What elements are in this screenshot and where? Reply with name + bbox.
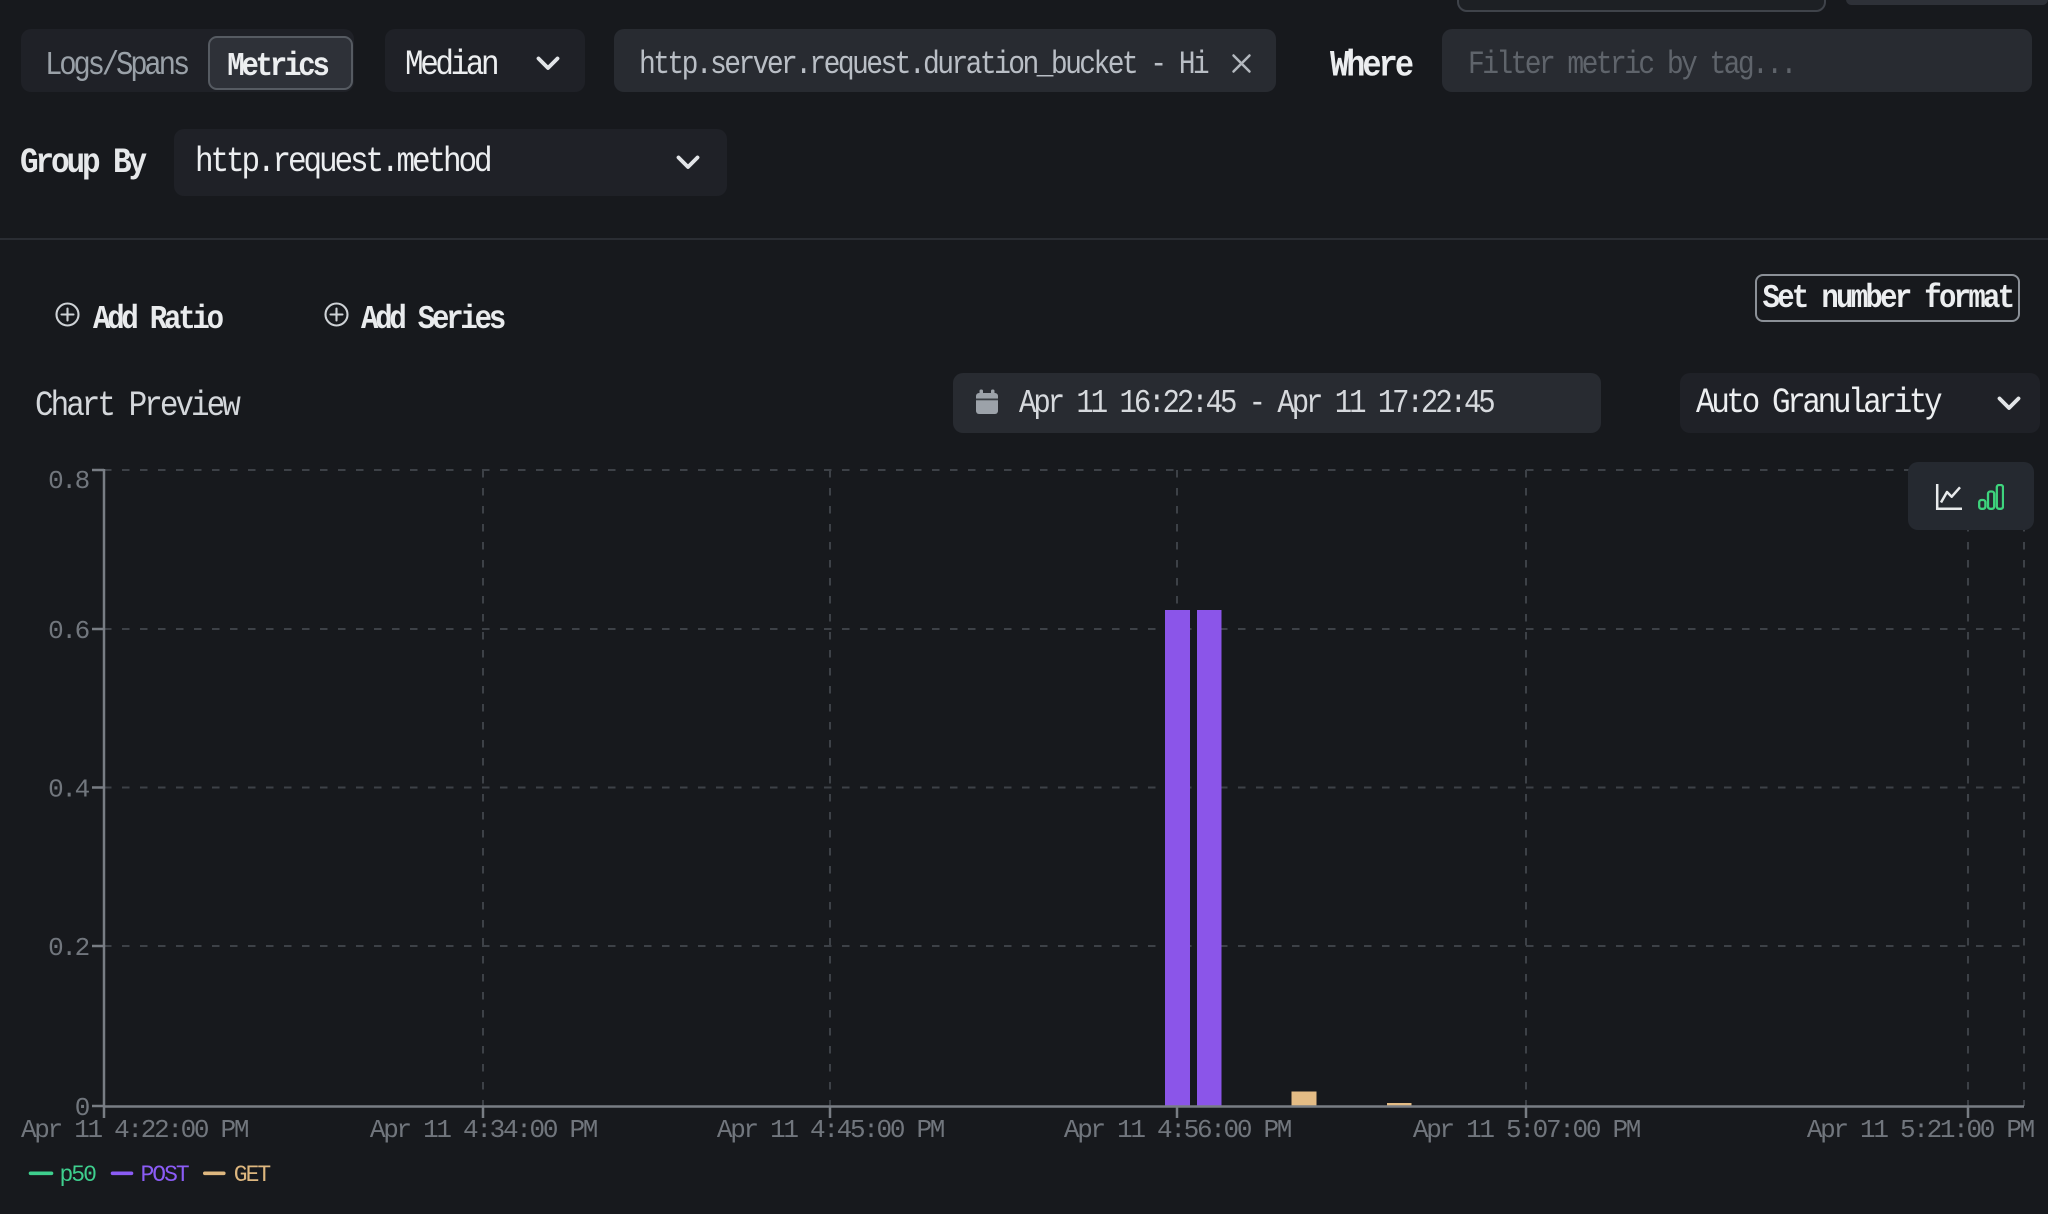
- svg-text:Apr 11 5:21:00 PM: Apr 11 5:21:00 PM: [1807, 1115, 2034, 1145]
- svg-text:GET: GET: [234, 1162, 271, 1188]
- svg-text:0.2: 0.2: [48, 933, 89, 963]
- svg-text:p50: p50: [60, 1162, 97, 1188]
- svg-text:Apr 11 4:56:00 PM: Apr 11 4:56:00 PM: [1064, 1115, 1291, 1145]
- svg-text:POST: POST: [141, 1162, 189, 1188]
- svg-text:0.6: 0.6: [48, 616, 89, 646]
- svg-text:0.8: 0.8: [48, 466, 89, 496]
- svg-text:Apr 11 4:22:00 PM: Apr 11 4:22:00 PM: [21, 1115, 248, 1145]
- svg-text:0.4: 0.4: [48, 775, 90, 805]
- svg-text:Apr 11 5:07:00 PM: Apr 11 5:07:00 PM: [1413, 1115, 1640, 1145]
- svg-text:Apr 11 4:45:00 PM: Apr 11 4:45:00 PM: [717, 1115, 944, 1145]
- svg-text:Apr 11 4:34:00 PM: Apr 11 4:34:00 PM: [370, 1115, 597, 1145]
